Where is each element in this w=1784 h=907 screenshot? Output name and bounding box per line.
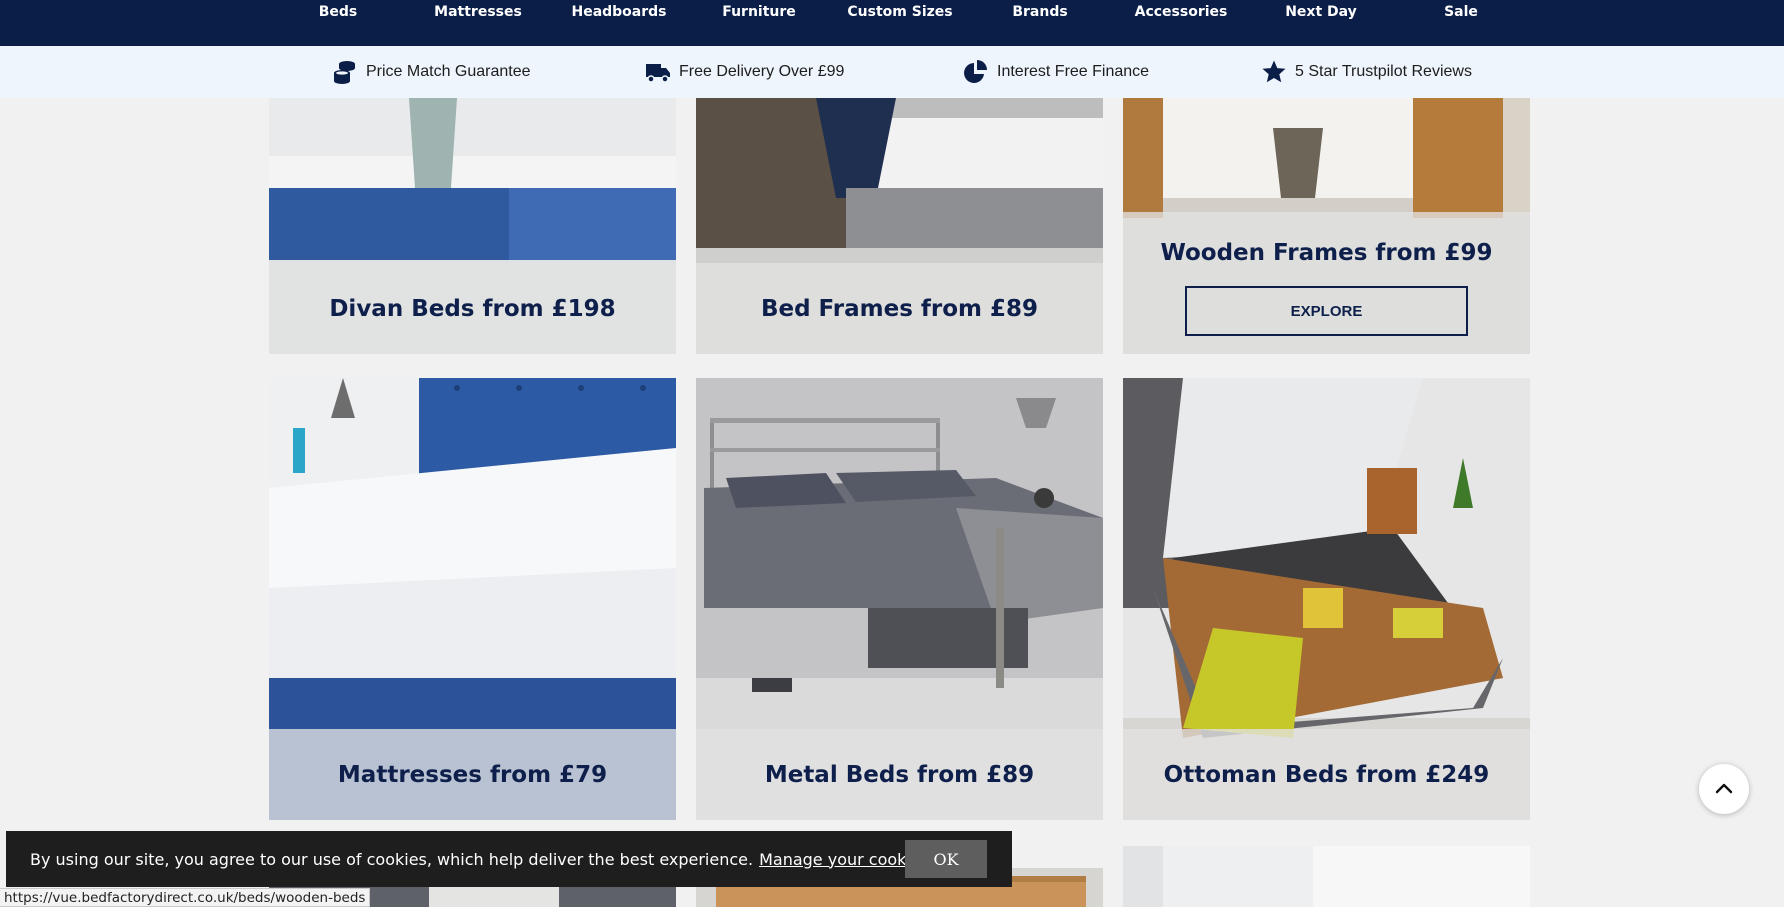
category-card-partial-3[interactable] [1123,846,1530,907]
nav-item-brands[interactable]: Brands [1012,4,1067,20]
card-title: Metal Beds from £89 [764,761,1035,788]
cookie-banner: By using our site, you agree to our use … [6,831,1012,887]
coins-icon [332,59,358,85]
explore-button[interactable]: EXPLORE [1185,286,1468,336]
category-card-divan-beds[interactable]: Divan Beds from £198 [269,98,676,354]
nav-item-furniture[interactable]: Furniture [722,4,796,20]
category-card-wooden-frames[interactable]: Wooden Frames from £99 EXPLORE [1123,98,1530,354]
nav-item-accessories[interactable]: Accessories [1135,4,1228,20]
card-caption: Bed Frames from £89 [696,263,1103,354]
status-bar-url: https://vue.bedfactorydirect.co.uk/beds/… [0,888,371,907]
star-icon [1261,59,1287,85]
category-card-bed-frames[interactable]: Bed Frames from £89 [696,98,1103,354]
usp-label: 5 Star Trustpilot Reviews [1295,63,1472,80]
cookie-message: By using our site, you agree to our use … [30,849,754,869]
card-title: Bed Frames from £89 [760,295,1039,322]
nav-item-sale[interactable]: Sale [1444,4,1478,20]
nav-item-next-day[interactable]: Next Day [1285,4,1357,20]
main-nav: Beds Mattresses Headboards Furniture Cus… [0,0,1784,46]
usp-label: Price Match Guarantee [366,63,531,80]
nav-item-beds[interactable]: Beds [319,4,358,20]
card-title: Wooden Frames from £99 [1160,240,1493,266]
usp-label: Free Delivery Over £99 [679,63,845,80]
pie-chart-icon [963,59,989,85]
usp-bar: Price Match Guarantee Free Delivery Over… [0,46,1784,98]
usp-trustpilot: 5 Star Trustpilot Reviews [1261,59,1472,85]
category-card-mattresses[interactable]: Mattresses from £79 [269,378,676,820]
card-caption: Ottoman Beds from £249 [1123,729,1530,820]
category-card-ottoman-beds[interactable]: Ottoman Beds from £249 [1123,378,1530,820]
nav-item-custom-sizes[interactable]: Custom Sizes [847,4,952,20]
card-title: Mattresses from £79 [337,761,608,788]
delivery-truck-icon [645,59,671,85]
card-title: Divan Beds from £198 [329,295,616,322]
card-caption: Mattresses from £79 [269,729,676,820]
card-image [1123,846,1530,907]
usp-finance: Interest Free Finance [963,59,1149,85]
card-caption: Divan Beds from £198 [269,263,676,354]
card-caption: Wooden Frames from £99 EXPLORE [1123,212,1530,354]
usp-price-match: Price Match Guarantee [332,59,531,85]
usp-label: Interest Free Finance [997,63,1150,80]
card-caption: Metal Beds from £89 [696,729,1103,820]
usp-free-delivery: Free Delivery Over £99 [645,59,844,85]
card-title: Ottoman Beds from £249 [1163,761,1490,788]
scroll-to-top-button[interactable] [1699,764,1749,814]
cookie-ok-button[interactable]: OK [905,840,987,878]
nav-item-headboards[interactable]: Headboards [571,4,666,20]
category-card-metal-beds[interactable]: Metal Beds from £89 [696,378,1103,820]
nav-item-mattresses[interactable]: Mattresses [434,4,522,20]
chevron-up-icon [1715,783,1733,794]
